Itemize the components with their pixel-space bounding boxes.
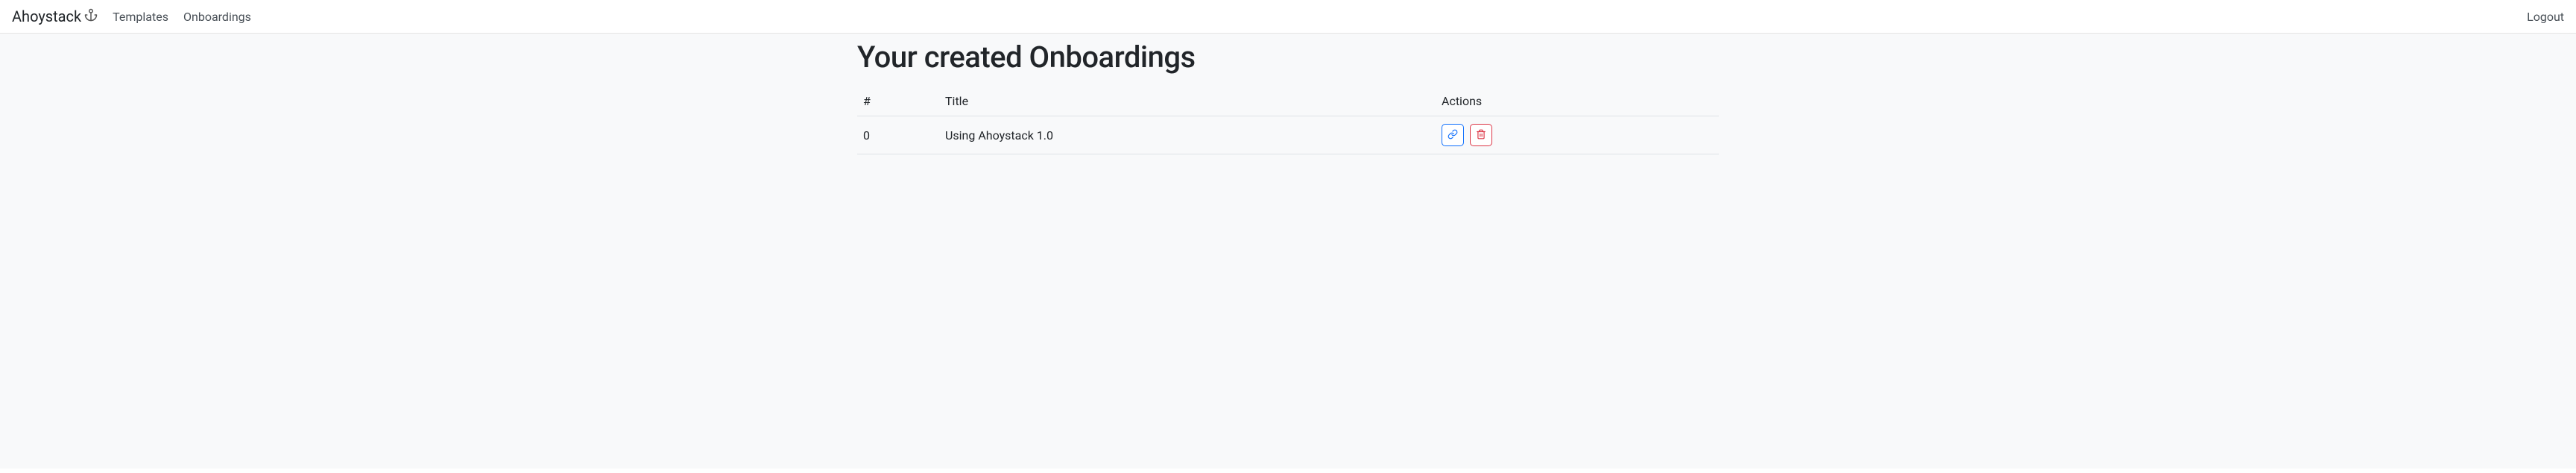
delete-button[interactable]: [1470, 124, 1492, 146]
header-title: Title: [939, 88, 1436, 116]
link-icon: [1448, 129, 1458, 142]
nav-link-onboardings[interactable]: Onboardings: [183, 10, 251, 24]
header-index: #: [857, 88, 939, 116]
copy-link-button[interactable]: [1442, 124, 1464, 146]
cell-index: 0: [857, 116, 939, 154]
content: Your created Onboardings # Title Actions…: [848, 40, 1728, 154]
trash-icon: [1476, 129, 1486, 142]
nav-right: Logout: [2527, 10, 2564, 24]
cell-actions: [1436, 116, 1719, 154]
logout-link[interactable]: Logout: [2527, 10, 2564, 24]
page-title: Your created Onboardings: [857, 40, 1719, 75]
content-wrapper: Your created Onboardings # Title Actions…: [0, 34, 2576, 469]
onboardings-table: # Title Actions 0 Using Ahoystack 1.0: [857, 88, 1719, 154]
brand[interactable]: Ahoystack: [12, 7, 98, 25]
table-header-row: # Title Actions: [857, 88, 1719, 116]
header-actions: Actions: [1436, 88, 1719, 116]
nav-links: Templates Onboardings: [113, 10, 2527, 24]
nav-link-templates[interactable]: Templates: [113, 10, 168, 24]
navbar: Ahoystack Templates Onboardings Logout: [0, 0, 2576, 34]
brand-text: Ahoystack: [12, 7, 81, 25]
table-row: 0 Using Ahoystack 1.0: [857, 116, 1719, 154]
cell-title: Using Ahoystack 1.0: [939, 116, 1436, 154]
anchor-icon: [84, 7, 98, 25]
